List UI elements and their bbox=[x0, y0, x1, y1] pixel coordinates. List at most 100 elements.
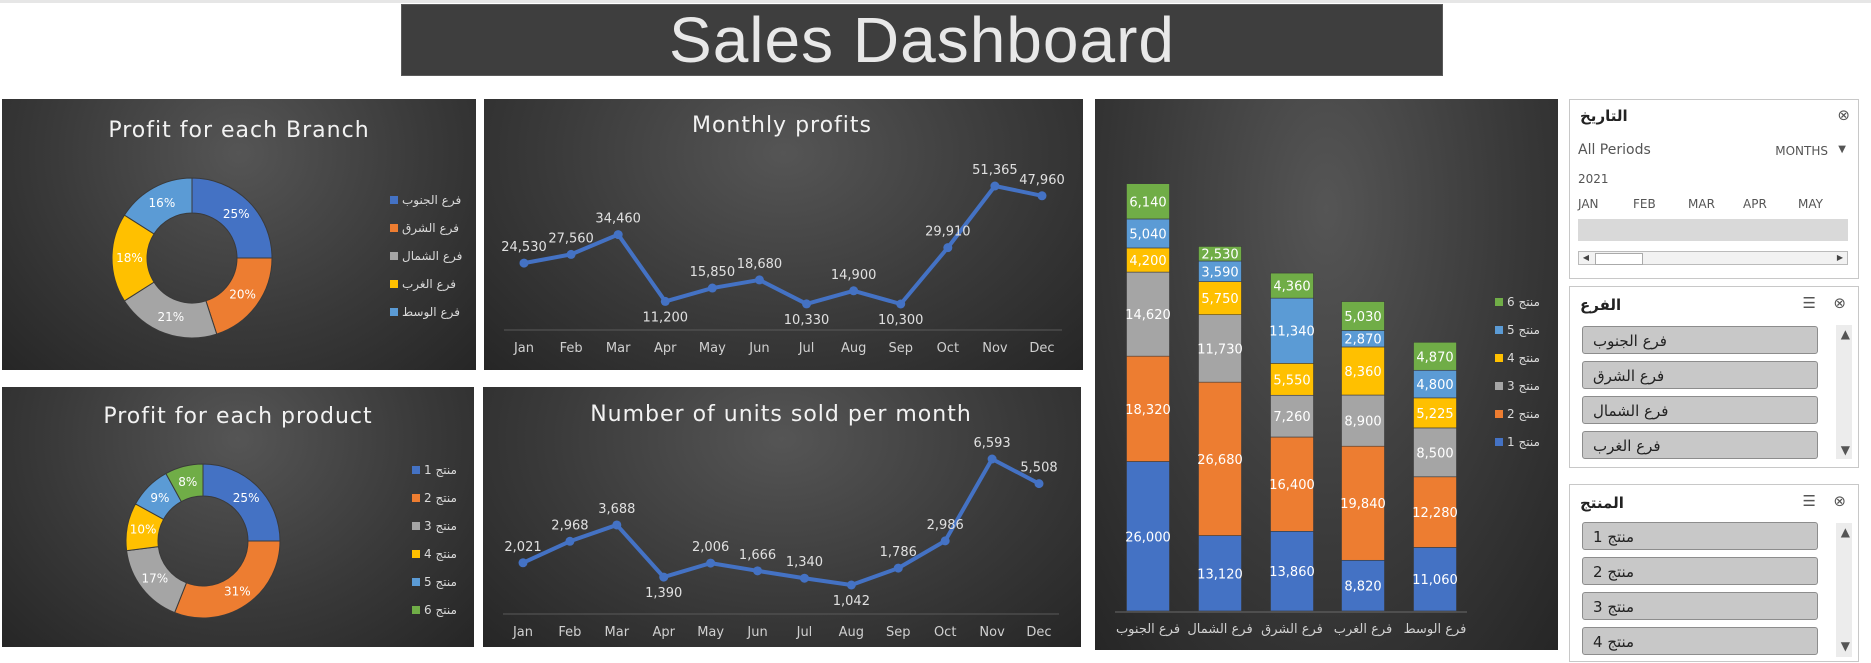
x-tick-label: Jan bbox=[512, 625, 533, 640]
data-point bbox=[943, 243, 953, 253]
scroll-left-icon[interactable]: ◀ bbox=[1579, 252, 1593, 264]
data-label: 31% bbox=[224, 584, 251, 598]
series-line bbox=[523, 184, 1043, 306]
clear-filter-icon[interactable]: ⊗ bbox=[1833, 294, 1846, 312]
scroll-down-icon[interactable]: ▼ bbox=[1841, 443, 1850, 457]
branch-slicer-scrollbar[interactable] bbox=[1836, 325, 1852, 459]
data-label: 11,340 bbox=[1269, 325, 1315, 340]
timeline-month[interactable]: FEB bbox=[1633, 197, 1656, 211]
data-label: 4,360 bbox=[1273, 280, 1310, 295]
time-unit-dropdown[interactable]: MONTHS bbox=[1775, 144, 1828, 158]
data-label: 1,786 bbox=[880, 545, 917, 560]
donut-slice bbox=[174, 540, 281, 619]
timeline-month[interactable]: MAY bbox=[1798, 197, 1823, 211]
legend-label: منتج 6 bbox=[424, 603, 457, 617]
slicer-item[interactable]: منتج 3 bbox=[1582, 592, 1818, 620]
branch-slicer-title: الفرع bbox=[1580, 296, 1622, 314]
monthly-profits-chart: Monthly profits 24,530 Jan 27,560 Feb 34,460 M… bbox=[501, 113, 1065, 356]
chart-title: Profit for each product bbox=[103, 404, 372, 429]
data-label: 1,666 bbox=[739, 548, 776, 563]
chart-title: Profit for each Branch bbox=[108, 118, 369, 143]
data-point bbox=[613, 230, 623, 240]
x-tick-label: فرع الشرق bbox=[1261, 622, 1323, 637]
data-label: 8,900 bbox=[1344, 415, 1381, 430]
slicer-item[interactable]: فرع الشرق bbox=[1582, 361, 1818, 389]
x-tick-label: Sep bbox=[886, 625, 911, 640]
legend-label: منتج 2 bbox=[1507, 407, 1540, 421]
scroll-thumb[interactable] bbox=[1595, 253, 1643, 265]
legend-label: منتج 3 bbox=[1507, 379, 1540, 393]
data-label: 5,225 bbox=[1416, 407, 1453, 422]
data-point bbox=[1037, 191, 1047, 201]
data-point bbox=[846, 580, 856, 590]
clear-filter-icon[interactable]: ⊗ bbox=[1833, 492, 1846, 510]
slicer-item[interactable]: فرع الجنوب bbox=[1582, 326, 1818, 354]
stacked-bar-panel[interactable]: 26,000 18,320 14,620 4,200 5,040 6,140 فرع الج… bbox=[1095, 99, 1558, 650]
slicer-item[interactable]: منتج 4 bbox=[1582, 627, 1818, 655]
scroll-up-icon[interactable]: ▲ bbox=[1841, 525, 1850, 539]
legend-label: منتج 1 bbox=[1507, 435, 1540, 449]
x-tick-label: Mar bbox=[606, 341, 631, 356]
x-tick-label: فرع الشمال bbox=[1187, 622, 1252, 637]
data-label: 11,060 bbox=[1412, 573, 1458, 588]
scroll-down-icon[interactable]: ▼ bbox=[1841, 639, 1850, 653]
data-label: 26,000 bbox=[1125, 530, 1171, 545]
data-label: 27,560 bbox=[548, 231, 594, 246]
data-label: 9% bbox=[150, 491, 169, 505]
data-point bbox=[612, 520, 622, 530]
timeline-month[interactable]: MAR bbox=[1688, 197, 1715, 211]
legend-swatch bbox=[412, 578, 420, 586]
data-point bbox=[566, 249, 576, 259]
data-label: 29,910 bbox=[925, 225, 971, 240]
data-label: 11,200 bbox=[643, 310, 689, 325]
x-tick-label: Jul bbox=[796, 625, 813, 640]
data-label: 13,120 bbox=[1197, 567, 1243, 582]
scroll-up-icon[interactable]: ▲ bbox=[1841, 327, 1850, 341]
data-label: 24,530 bbox=[501, 240, 547, 255]
x-tick-label: فرع الوسط bbox=[1404, 622, 1467, 637]
data-label: 5,030 bbox=[1344, 310, 1381, 325]
legend-label: منتج 1 bbox=[424, 463, 457, 477]
x-tick-label: فرع الغرب bbox=[1334, 622, 1393, 637]
clear-filter-icon[interactable]: ⊗ bbox=[1837, 106, 1850, 124]
slicer-item[interactable]: منتج 1 bbox=[1582, 522, 1818, 550]
x-tick-label: Jun bbox=[748, 341, 769, 356]
x-tick-label: May bbox=[697, 625, 724, 640]
scroll-right-icon[interactable]: ▶ bbox=[1833, 252, 1847, 264]
multi-select-icon[interactable]: ☰ bbox=[1803, 492, 1816, 510]
data-label: 2,021 bbox=[504, 540, 541, 555]
slicer-item[interactable]: فرع الشمال bbox=[1582, 396, 1818, 424]
x-tick-label: Nov bbox=[982, 341, 1008, 356]
timeline-month[interactable]: APR bbox=[1743, 197, 1767, 211]
multi-select-icon[interactable]: ☰ bbox=[1803, 294, 1816, 312]
product-slicer-title: المنتج bbox=[1580, 494, 1624, 512]
date-timeline-slicer[interactable]: التاريخ ⊗ All Periods MONTHS ▼ 2021 JAN F… bbox=[1569, 99, 1859, 279]
timeline-bar[interactable] bbox=[1578, 219, 1848, 241]
product-slicer[interactable]: المنتج ☰ ⊗ منتج 1 منتج 2 منتج 3 منتج 4 ▲ ▼ bbox=[1569, 484, 1859, 662]
data-point bbox=[706, 558, 716, 568]
data-label: 8,360 bbox=[1344, 365, 1381, 380]
timeline-scrollbar[interactable]: ◀ ▶ bbox=[1578, 251, 1848, 265]
data-point bbox=[1034, 479, 1044, 489]
branch-donut-panel[interactable]: Profit for each Branch 25% فرع الجنوب 20% فر… bbox=[2, 99, 476, 370]
period-label: All Periods bbox=[1578, 142, 1651, 158]
x-tick-label: Feb bbox=[560, 341, 583, 356]
data-point bbox=[565, 536, 575, 546]
slicer-item[interactable]: منتج 2 bbox=[1582, 557, 1818, 585]
product-slicer-scrollbar[interactable] bbox=[1836, 523, 1852, 657]
x-tick-label: Dec bbox=[1026, 625, 1051, 640]
legend-swatch bbox=[1495, 438, 1503, 446]
product-donut-panel[interactable]: Profit for each product 25% منتج 1 31% منتج … bbox=[2, 387, 474, 647]
data-point bbox=[802, 299, 812, 309]
data-label: 18,320 bbox=[1125, 403, 1171, 418]
data-point bbox=[754, 275, 764, 285]
slicer-item[interactable]: فرع الغرب bbox=[1582, 431, 1818, 459]
units-sold-panel[interactable]: Number of units sold per month 2,021 Jan 2,… bbox=[483, 387, 1081, 647]
legend-swatch bbox=[412, 550, 420, 558]
monthly-profits-panel[interactable]: Monthly profits 24,530 Jan 27,560 Feb 34,460 M… bbox=[484, 99, 1083, 370]
timeline-month[interactable]: JAN bbox=[1578, 197, 1599, 211]
branch-slicer[interactable]: الفرع ☰ ⊗ فرع الجنوب فرع الشرق فرع الشمال ف… bbox=[1569, 286, 1859, 468]
legend-label: فرع الوسط bbox=[402, 305, 460, 320]
legend-swatch bbox=[390, 280, 398, 288]
chevron-down-icon[interactable]: ▼ bbox=[1838, 144, 1846, 155]
